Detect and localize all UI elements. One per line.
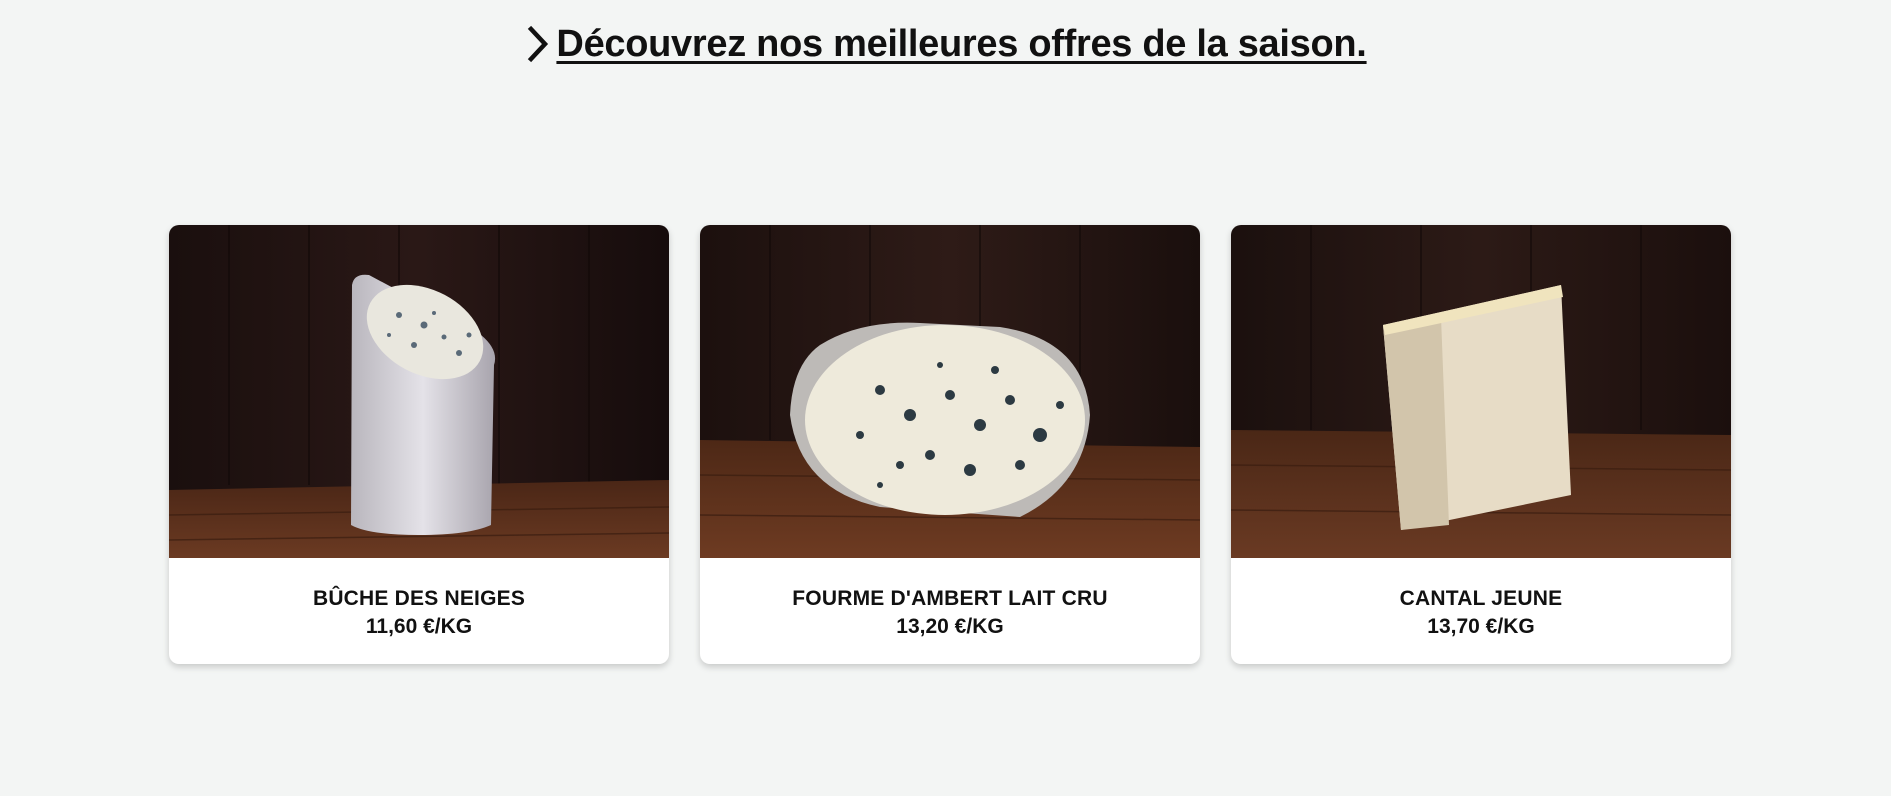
product-grid: BÛCHE DES NEIGES 11,60 €/KG FOURME D'AMB…	[169, 225, 1731, 664]
buche-cheese-photo	[169, 225, 669, 558]
product-info: CANTAL JEUNE 13,70 €/KG	[1231, 558, 1731, 664]
promo-headline-text: Découvrez nos meilleures offres de la sa…	[556, 22, 1367, 65]
product-price: 13,20 €/KG	[896, 615, 1004, 638]
cantal-cheese-photo	[1231, 225, 1731, 558]
product-name: BÛCHE DES NEIGES	[312, 587, 526, 610]
product-card-cantal[interactable]: CANTAL JEUNE 13,70 €/KG	[1231, 225, 1731, 664]
product-info: BÛCHE DES NEIGES 11,60 €/KG	[169, 558, 669, 664]
promo-headline-link[interactable]: Découvrez nos meilleures offres de la sa…	[524, 22, 1367, 66]
fourme-cheese-photo	[700, 225, 1200, 558]
product-info: FOURME D'AMBERT LAIT CRU 13,20 €/KG	[700, 558, 1200, 664]
product-price: 11,60 €/KG	[365, 615, 473, 638]
product-card-buche[interactable]: BÛCHE DES NEIGES 11,60 €/KG	[169, 225, 669, 664]
product-name: CANTAL JEUNE	[1399, 587, 1563, 610]
product-card-fourme[interactable]: FOURME D'AMBERT LAIT CRU 13,20 €/KG	[700, 225, 1200, 664]
promo-headline-container: Découvrez nos meilleures offres de la sa…	[0, 22, 1891, 71]
product-name: FOURME D'AMBERT LAIT CRU	[792, 587, 1108, 610]
chevron-right-icon	[528, 25, 549, 63]
product-price: 13,70 €/KG	[1427, 615, 1535, 638]
